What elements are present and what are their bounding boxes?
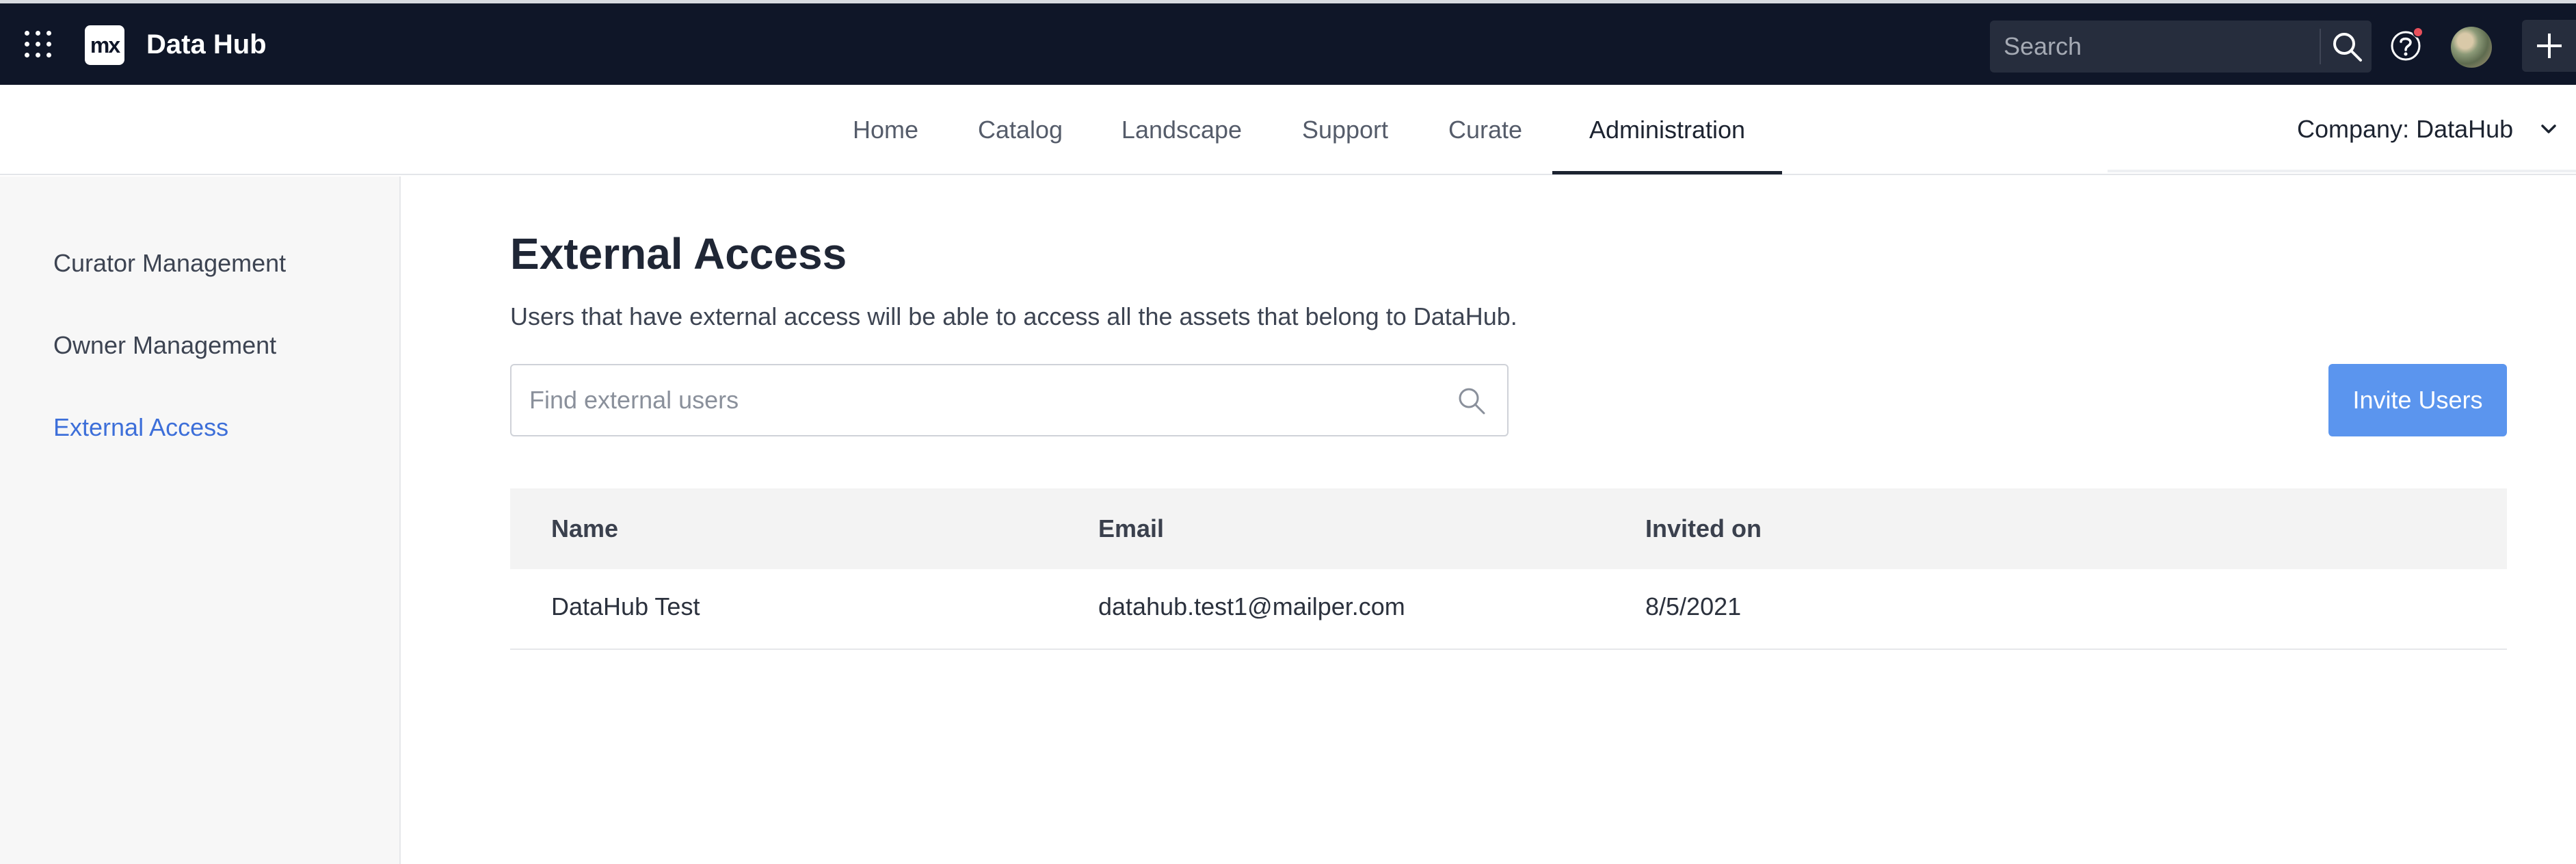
page-description: Users that have external access will be …	[510, 302, 1517, 330]
table-header: Name Email Invited on	[510, 488, 2507, 569]
company-value: DataHub	[2416, 115, 2514, 143]
sidebar-item-external-access[interactable]: External Access	[53, 413, 228, 442]
notification-dot	[2413, 27, 2424, 38]
avatar[interactable]	[2451, 27, 2492, 68]
company-selector[interactable]: Company: DataHub	[2297, 115, 2556, 144]
find-users-input[interactable]	[512, 365, 1442, 435]
tab-home[interactable]: Home	[838, 85, 933, 175]
tab-support[interactable]: Support	[1283, 85, 1407, 175]
page-title: External Access	[510, 229, 847, 278]
chevron-down-icon	[2541, 125, 2556, 133]
add-button[interactable]	[2522, 20, 2576, 72]
tab-catalog[interactable]: Catalog	[960, 85, 1080, 175]
column-header-name[interactable]: Name	[551, 488, 618, 569]
table-row[interactable]: DataHub Test datahub.test1@mailper.com 8…	[510, 569, 2507, 650]
search-divider	[2320, 29, 2321, 64]
cell-email: datahub.test1@mailper.com	[1098, 592, 1405, 620]
column-header-invited-on[interactable]: Invited on	[1645, 488, 1762, 569]
tab-curate[interactable]: Curate	[1435, 85, 1536, 175]
sidebar: Curator Management Owner Management Exte…	[0, 176, 401, 864]
mendix-logo[interactable]: mx	[85, 25, 124, 65]
column-header-email[interactable]: Email	[1098, 488, 1164, 569]
search-icon[interactable]	[1457, 386, 1487, 416]
app-title: Data Hub	[146, 29, 267, 60]
cell-invited-on: 8/5/2021	[1645, 592, 1742, 620]
main-nav: Home Catalog Landscape Support Curate Ad…	[0, 85, 2576, 175]
company-divider	[2108, 170, 2576, 172]
find-users-search	[510, 364, 1509, 436]
company-label: Company:	[2297, 115, 2410, 143]
search-icon[interactable]	[2331, 30, 2363, 63]
tab-administration[interactable]: Administration	[1552, 85, 1782, 175]
plus-icon	[2537, 34, 2562, 58]
top-bar: mx Data Hub	[0, 0, 2576, 85]
invite-users-button[interactable]: Invite Users	[2328, 364, 2507, 436]
sidebar-item-owner-management[interactable]: Owner Management	[53, 331, 276, 360]
cell-name: DataHub Test	[551, 592, 700, 620]
active-tab-indicator	[1552, 171, 1782, 174]
global-search	[1990, 21, 2372, 73]
tab-landscape[interactable]: Landscape	[1108, 85, 1256, 175]
sidebar-item-curator-management[interactable]: Curator Management	[53, 249, 286, 278]
global-search-input[interactable]	[1990, 21, 2318, 73]
apps-grid-icon[interactable]	[25, 31, 52, 58]
